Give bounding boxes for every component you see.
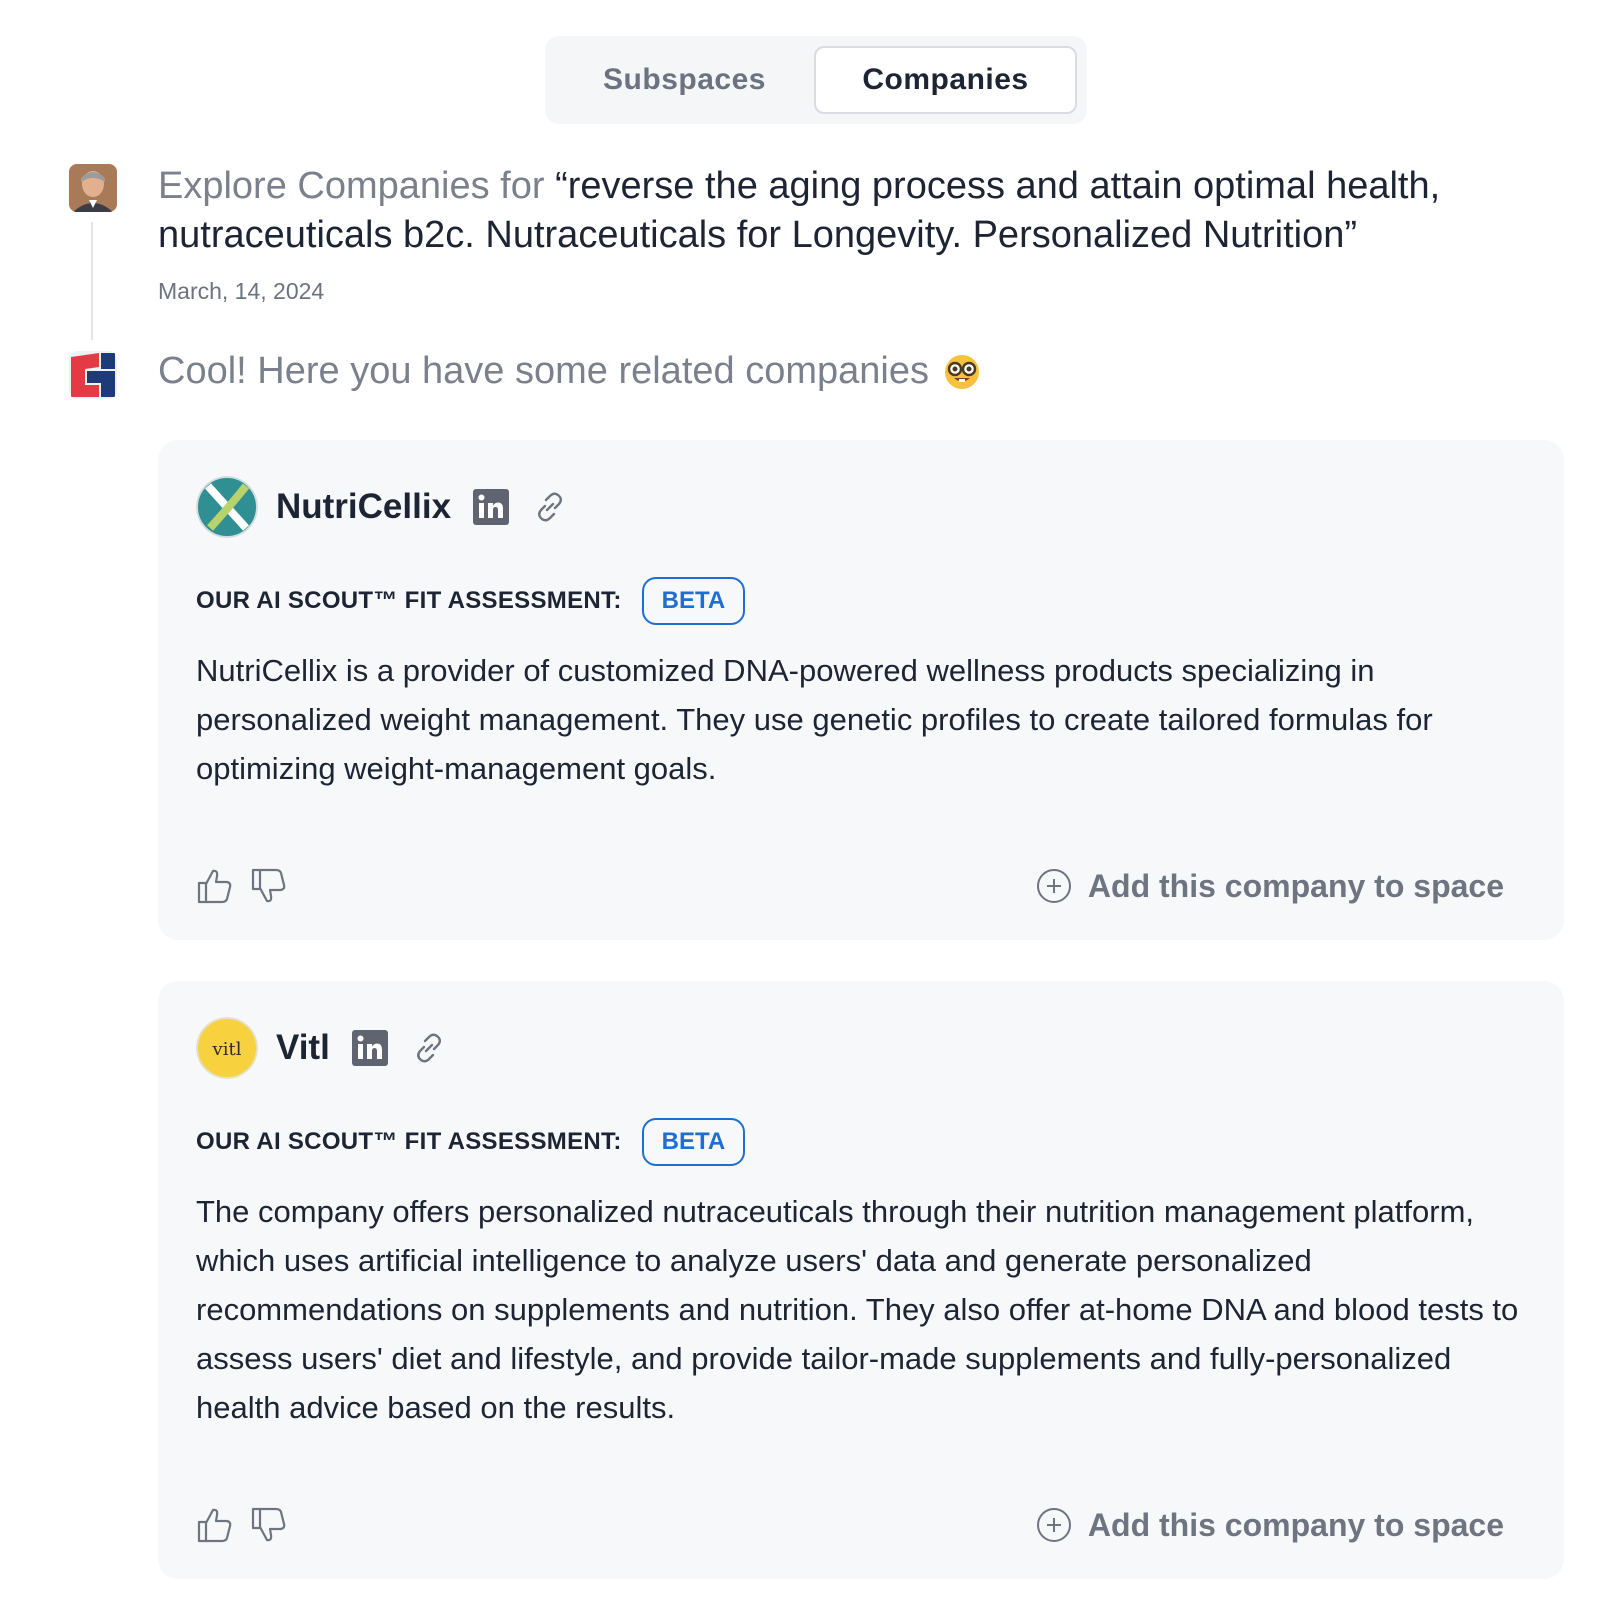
company-header: NutriCellix (196, 475, 567, 539)
linkedin-icon[interactable] (473, 489, 510, 525)
company-card: vitl Vitl OUR AI SCOUT™ FIT ASSESSMENT: … (158, 981, 1564, 1579)
user-avatar (69, 164, 117, 212)
view-toggle: Subspaces Companies (545, 36, 1087, 124)
feedback-buttons (196, 1506, 286, 1544)
company-card: NutriCellix OUR AI SCOUT™ FIT ASSESSMENT… (158, 440, 1564, 940)
thumbs-up-icon[interactable] (196, 1506, 232, 1544)
search-query: Explore Companies for “reverse the aging… (158, 162, 1578, 260)
assessment-label: OUR AI SCOUT™ FIT ASSESSMENT: (196, 1128, 622, 1155)
beta-badge: BETA (641, 1118, 746, 1166)
bot-message: Cool! Here you have some related compani… (158, 350, 981, 393)
fit-assessment-header: OUR AI SCOUT™ FIT ASSESSMENT: BETA (196, 1118, 746, 1166)
company-description: NutriCellix is a provider of customized … (196, 653, 1433, 786)
thumbs-down-icon[interactable] (250, 867, 286, 905)
add-company-to-space-button[interactable]: Add this company to space (1036, 868, 1504, 905)
bot-logo (69, 351, 117, 399)
thread-connector (91, 222, 93, 340)
link-icon[interactable] (412, 1031, 446, 1065)
plus-circle-icon (1036, 1508, 1071, 1542)
company-header: vitl Vitl (196, 1016, 446, 1080)
link-icon[interactable] (533, 490, 567, 524)
linkedin-icon[interactable] (351, 1030, 388, 1066)
thumbs-down-icon[interactable] (250, 1506, 286, 1544)
add-company-to-space-button[interactable]: Add this company to space (1036, 1507, 1504, 1544)
card-footer: Add this company to space (196, 1502, 1504, 1548)
query-prefix: Explore Companies for (158, 165, 545, 207)
thumbs-up-icon[interactable] (196, 867, 232, 905)
add-company-label: Add this company to space (1087, 1506, 1504, 1543)
assessment-label: OUR AI SCOUT™ FIT ASSESSMENT: (196, 587, 622, 614)
page: Subspaces Companies Explore Companies fo… (0, 0, 1624, 1611)
query-date: March, 14, 2024 (158, 278, 325, 304)
company-name[interactable]: NutriCellix (276, 487, 451, 527)
tab-companies[interactable]: Companies (814, 46, 1077, 114)
nerd-face-emoji-icon (944, 354, 979, 389)
nutricellix-logo (196, 476, 258, 538)
vitl-logo-text: vitl (212, 1039, 242, 1060)
add-company-label: Add this company to space (1087, 867, 1504, 904)
company-name[interactable]: Vitl (276, 1028, 330, 1068)
card-footer: Add this company to space (196, 863, 1504, 909)
plus-circle-icon (1036, 869, 1071, 903)
bot-message-text: Cool! Here you have some related compani… (158, 350, 929, 392)
tab-subspaces[interactable]: Subspaces (555, 46, 814, 114)
feedback-buttons (196, 867, 286, 905)
fit-assessment-header: OUR AI SCOUT™ FIT ASSESSMENT: BETA (196, 577, 746, 625)
vitl-logo: vitl (196, 1017, 258, 1079)
beta-badge: BETA (641, 577, 746, 625)
company-description: The company offers personalized nutraceu… (196, 1194, 1519, 1425)
